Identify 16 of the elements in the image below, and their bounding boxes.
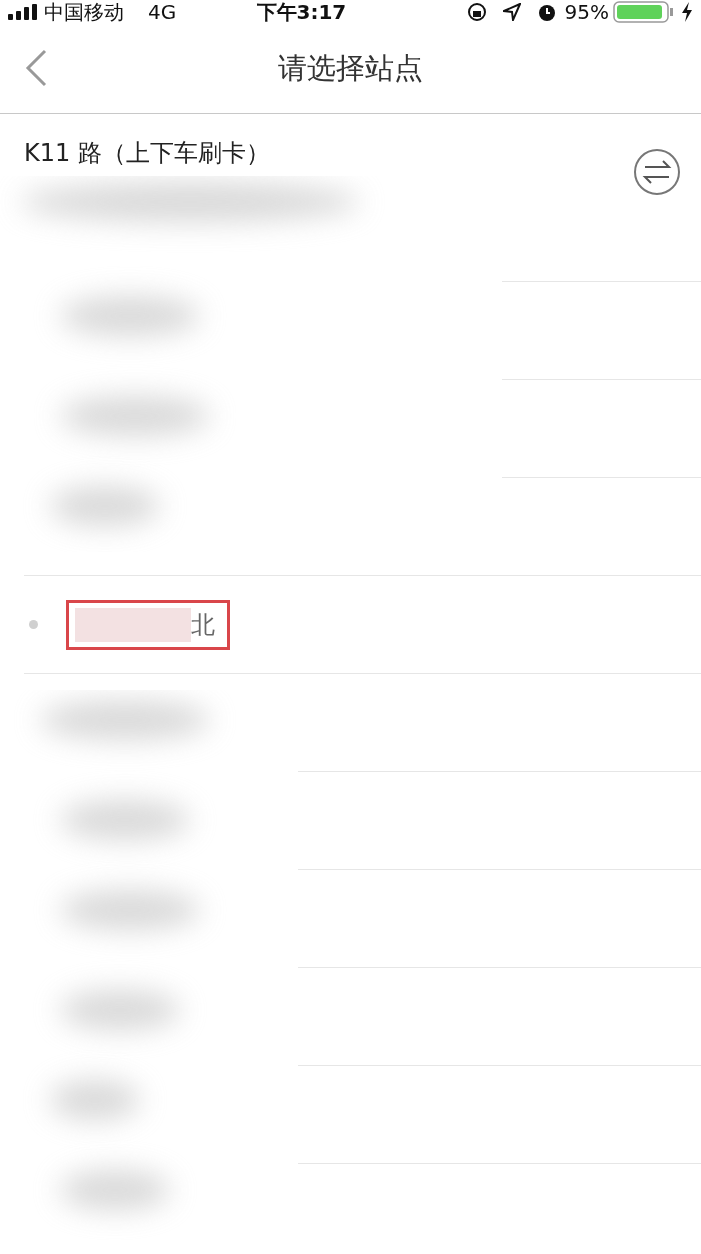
network-type: 4G xyxy=(148,0,177,24)
back-button[interactable] xyxy=(24,48,48,88)
battery-percent: 95% xyxy=(564,0,609,24)
page-title: 请选择站点 xyxy=(278,49,423,87)
status-time: 下午3:17 xyxy=(256,0,348,24)
rotation-lock-icon xyxy=(466,2,487,22)
alarm-icon xyxy=(536,2,557,22)
carrier-name: 中国移动 xyxy=(44,0,124,24)
signal-icon xyxy=(8,4,38,20)
location-arrow-icon xyxy=(502,3,521,21)
route-name: K11 路（上下车刷卡） xyxy=(24,138,271,168)
charging-icon xyxy=(681,2,693,22)
swap-direction-button[interactable] xyxy=(633,148,681,196)
station-name[interactable]: 北 xyxy=(191,606,215,643)
station-dot xyxy=(29,620,38,629)
battery-icon xyxy=(613,1,675,23)
